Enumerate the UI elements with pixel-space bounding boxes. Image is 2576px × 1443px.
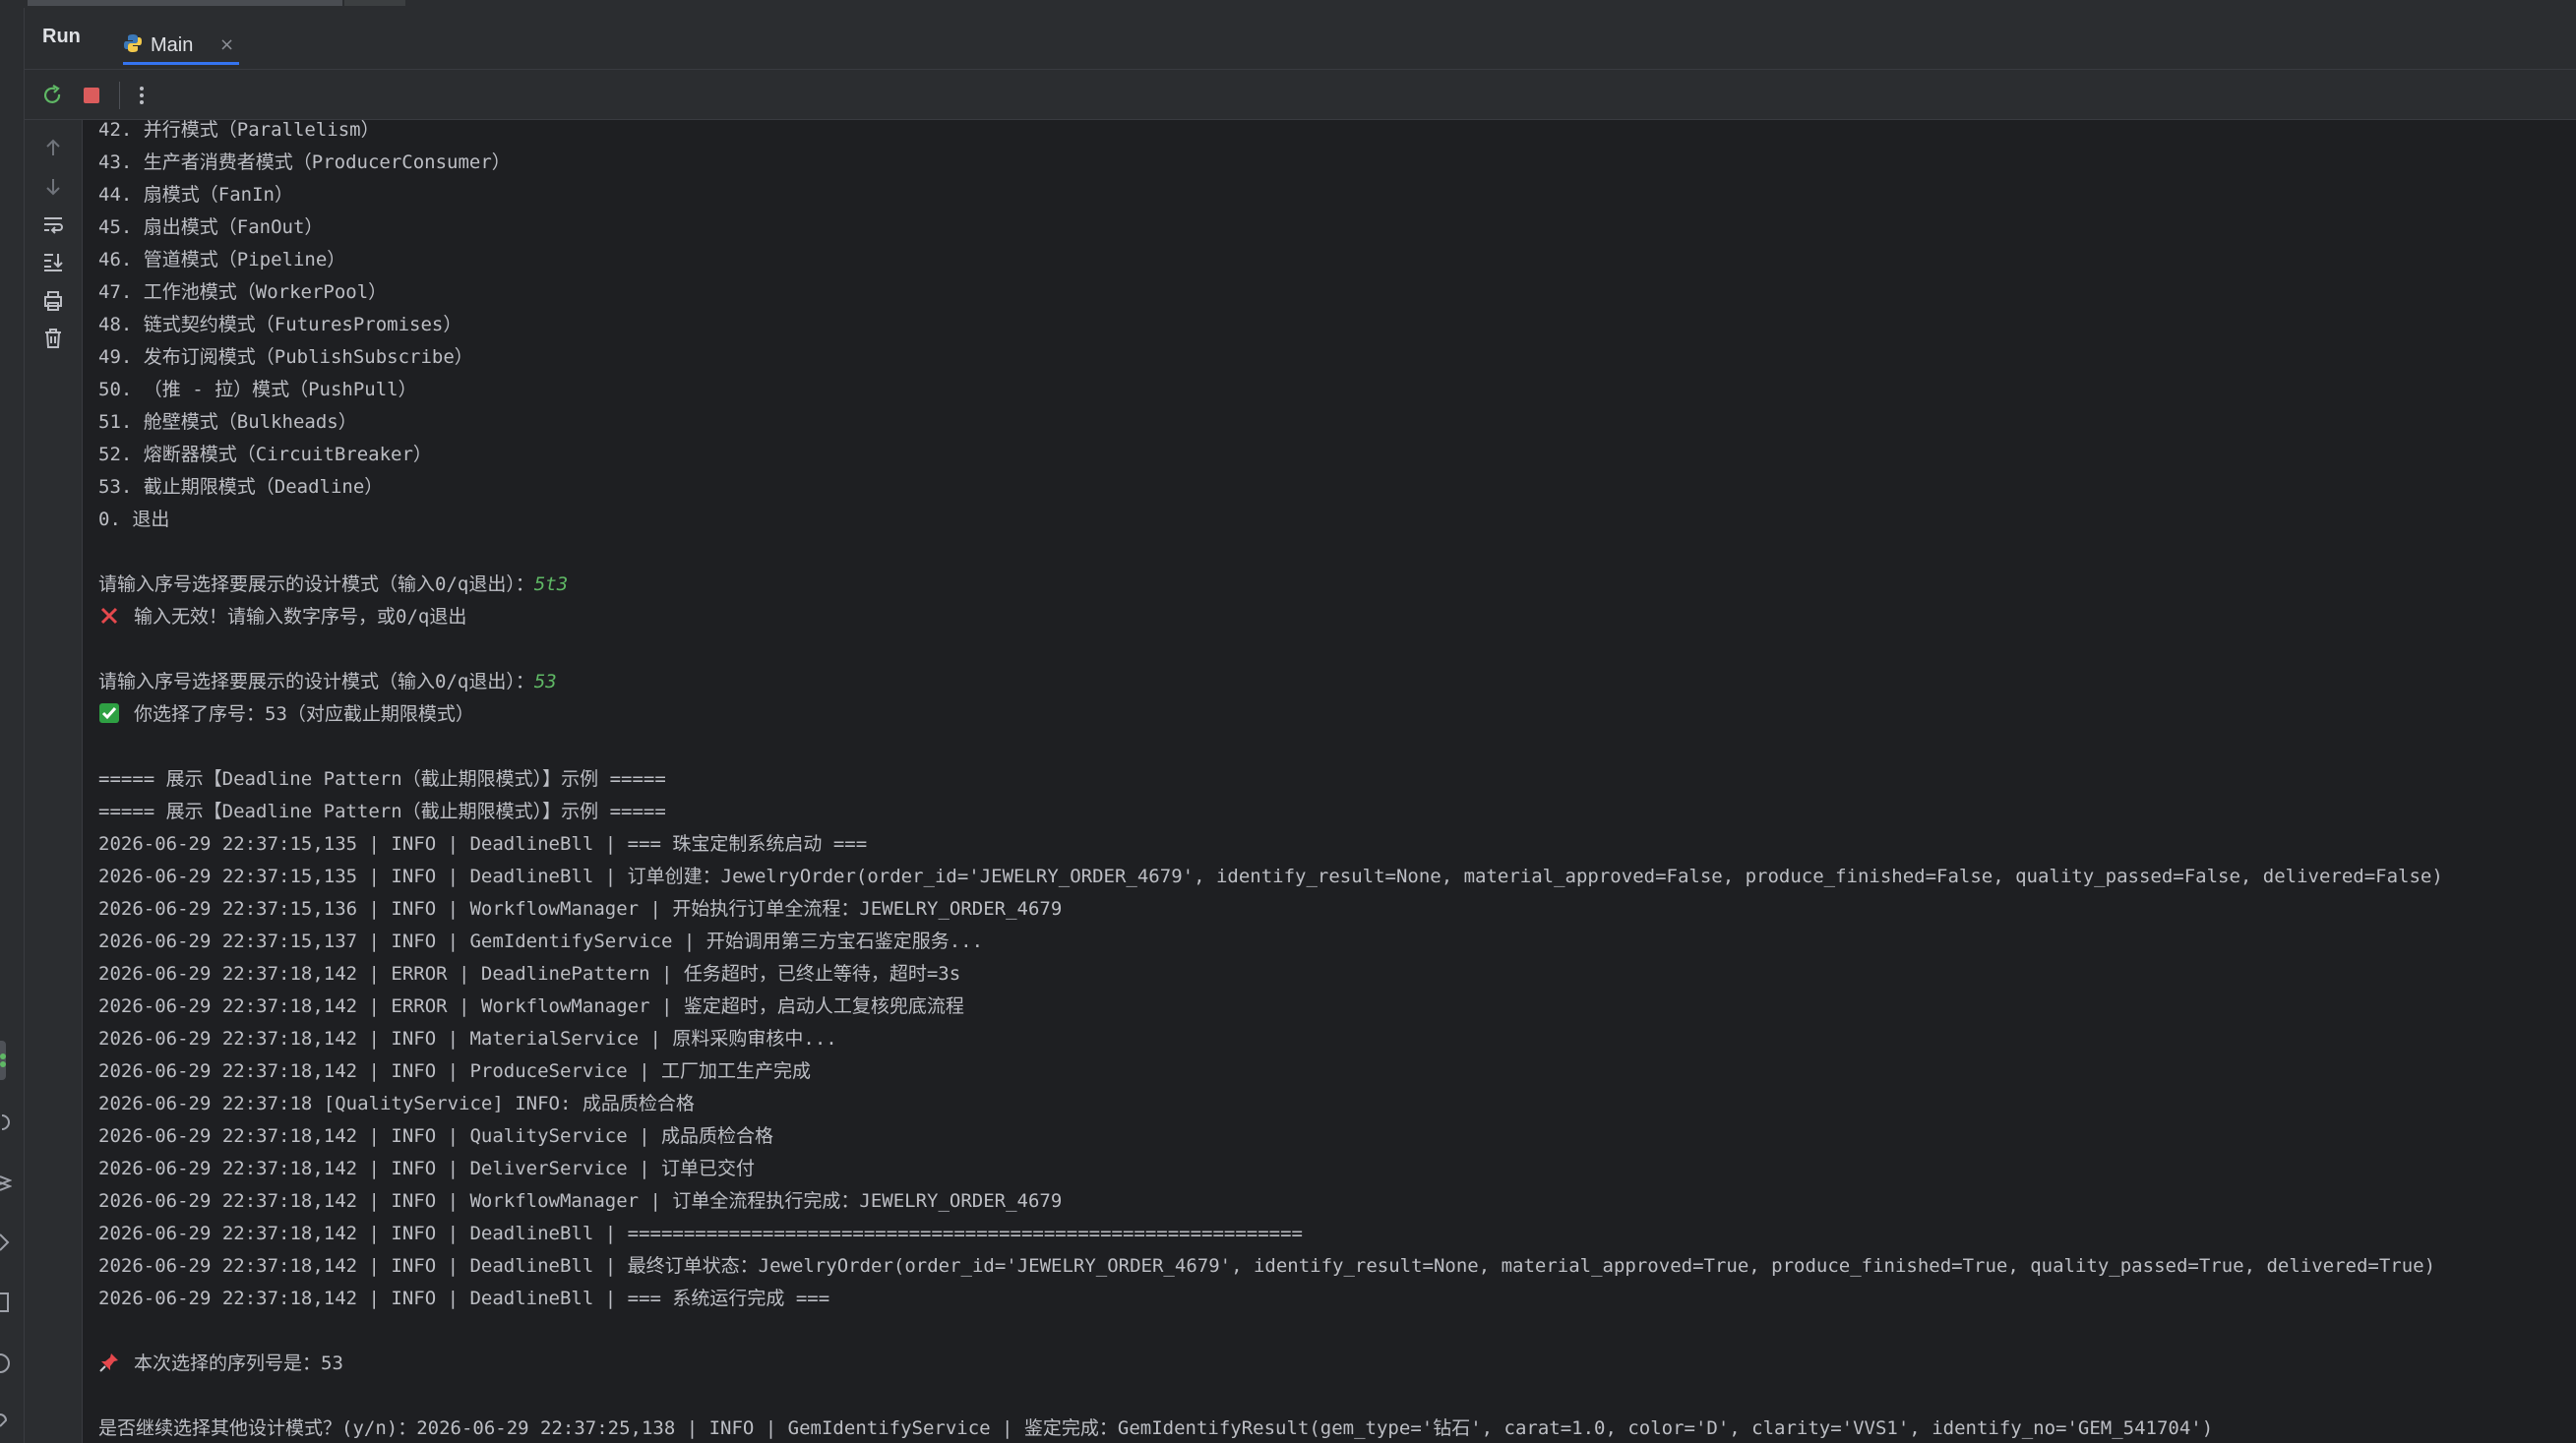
- log-line: 2026-06-29 22:37:18,142 | INFO | Deadlin…: [98, 1223, 1303, 1244]
- pin-line: 本次选择的序列号是：53: [98, 1348, 343, 1380]
- console-output[interactable]: 42. 并行模式（Parallelism） 43. 生产者消费者模式（Produ…: [98, 114, 2576, 1443]
- top-strip-segment: [28, 0, 342, 6]
- terminal-tool-icon[interactable]: [0, 1291, 12, 1314]
- soft-wrap-icon[interactable]: [41, 212, 65, 236]
- menu-line: 47. 工作池模式（WorkerPool）: [98, 281, 388, 303]
- log-line: 2026-06-29 22:37:18,142 | INFO | Workflo…: [98, 1190, 1063, 1212]
- menu-line: 46. 管道模式（Pipeline）: [98, 249, 346, 271]
- log-line: 2026-06-29 22:37:18,142 | INFO | Materia…: [98, 1028, 837, 1050]
- layers-tool-icon[interactable]: [0, 1171, 12, 1192]
- git-tool-icon[interactable]: [0, 1232, 12, 1253]
- menu-line: 45. 扇出模式（FanOut）: [98, 216, 324, 238]
- menu-line: 44. 扇模式（FanIn）: [98, 184, 293, 206]
- scroll-to-end-icon[interactable]: [41, 250, 65, 273]
- pin-message: 本次选择的序列号是：53: [134, 1353, 343, 1374]
- menu-line: 53. 截止期限模式（Deadline）: [98, 476, 384, 498]
- top-strip-segment: [407, 0, 516, 6]
- menu-line: 51. 舱壁模式（Bulkheads）: [98, 411, 357, 433]
- menu-line: 48. 链式契约模式（FuturesPromises）: [98, 314, 462, 335]
- continue-prompt-line: 是否继续选择其他设计模式？(y/n)：2026-06-29 22:37:25,1…: [98, 1417, 2214, 1439]
- more-vertical-icon[interactable]: [130, 84, 153, 107]
- log-line: 2026-06-29 22:37:18,142 | ERROR | Workfl…: [98, 995, 964, 1017]
- prompt-text: 请输入序号选择要展示的设计模式（输入0/q退出）：: [98, 671, 534, 692]
- trash-icon[interactable]: [41, 327, 65, 350]
- arrow-up-icon[interactable]: [41, 136, 65, 159]
- selected-message: 你选择了序号：53（对应截止期限模式）: [134, 703, 474, 725]
- user-input: 5t3: [533, 573, 569, 595]
- window-top-strip: [0, 0, 2576, 8]
- tab-run[interactable]: Run: [42, 26, 81, 48]
- run-toolbar: [25, 70, 2576, 120]
- python-icon: [124, 34, 142, 52]
- log-line: 2026-06-29 22:37:15,137 | INFO | GemIden…: [98, 931, 984, 952]
- help-tool-icon[interactable]: [0, 1411, 12, 1434]
- log-line: 2026-06-29 22:37:15,135 | INFO | Deadlin…: [98, 866, 2443, 887]
- cross-mark-icon: [100, 607, 118, 625]
- menu-line: 0. 退出: [98, 509, 170, 530]
- check-mark-icon: [99, 703, 119, 723]
- prompt-line: 请输入序号选择要展示的设计模式（输入0/q退出）：5t3: [98, 569, 568, 601]
- menu-line: 42. 并行模式（Parallelism）: [98, 119, 380, 141]
- menu-line: 49. 发布订阅模式（PublishSubscribe）: [98, 346, 473, 368]
- print-icon[interactable]: [41, 289, 65, 313]
- stop-icon[interactable]: [80, 84, 103, 107]
- tab-main[interactable]: Main ×: [123, 18, 239, 65]
- log-line: 2026-06-29 22:37:18,142 | INFO | Quality…: [98, 1125, 773, 1147]
- tab-close-icon[interactable]: ×: [219, 34, 234, 55]
- top-strip-segment: [344, 0, 405, 6]
- log-line: 2026-06-29 22:37:15,135 | INFO | Deadlin…: [98, 833, 868, 855]
- services-tool-icon[interactable]: [0, 1112, 12, 1133]
- prompt-line: 请输入序号选择要展示的设计模式（输入0/q退出）：53: [98, 666, 557, 698]
- run-tab-bar: Run Main ×: [25, 8, 2576, 70]
- user-input: 53: [533, 671, 557, 692]
- log-line: 2026-06-29 22:37:18,142 | INFO | Deadlin…: [98, 1288, 830, 1309]
- rerun-icon[interactable]: [40, 84, 64, 107]
- arrow-down-icon[interactable]: [41, 175, 65, 199]
- left-tool-strip: [0, 8, 25, 1443]
- error-message: 输入无效！请输入数字序号，或0/q退出: [134, 606, 467, 628]
- prompt-text: 请输入序号选择要展示的设计模式（输入0/q退出）：: [98, 573, 534, 595]
- log-line: 2026-06-29 22:37:18,142 | INFO | Deliver…: [98, 1158, 755, 1179]
- success-line: 你选择了序号：53（对应截止期限模式）: [98, 698, 474, 731]
- pushpin-icon: [99, 1353, 118, 1372]
- menu-line: 52. 熔断器模式（CircuitBreaker）: [98, 444, 432, 465]
- log-line: 2026-06-29 22:37:18,142 | ERROR | Deadli…: [98, 963, 961, 985]
- banner-line: ===== 展示【Deadline Pattern（截止期限模式）】示例 ===…: [98, 801, 666, 822]
- console-side-actions: [25, 120, 83, 1443]
- log-line: 2026-06-29 22:37:18 [QualityService] INF…: [98, 1093, 695, 1114]
- problems-tool-icon[interactable]: [0, 1352, 12, 1375]
- log-line: 2026-06-29 22:37:18,142 | INFO | Produce…: [98, 1060, 811, 1082]
- toolbar-separator: [119, 82, 120, 109]
- menu-line: 50. （推 - 拉）模式（PushPull）: [98, 379, 417, 400]
- tab-main-label: Main: [151, 34, 194, 56]
- error-line: 输入无效！请输入数字序号，或0/q退出: [98, 601, 466, 633]
- log-line: 2026-06-29 22:37:18,142 | INFO | Deadlin…: [98, 1255, 2436, 1277]
- menu-line: 43. 生产者消费者模式（ProducerConsumer）: [98, 151, 511, 173]
- run-tool-icon[interactable]: [0, 1051, 14, 1070]
- log-line: 2026-06-29 22:37:15,136 | INFO | Workflo…: [98, 898, 1063, 920]
- banner-line: ===== 展示【Deadline Pattern（截止期限模式）】示例 ===…: [98, 768, 666, 790]
